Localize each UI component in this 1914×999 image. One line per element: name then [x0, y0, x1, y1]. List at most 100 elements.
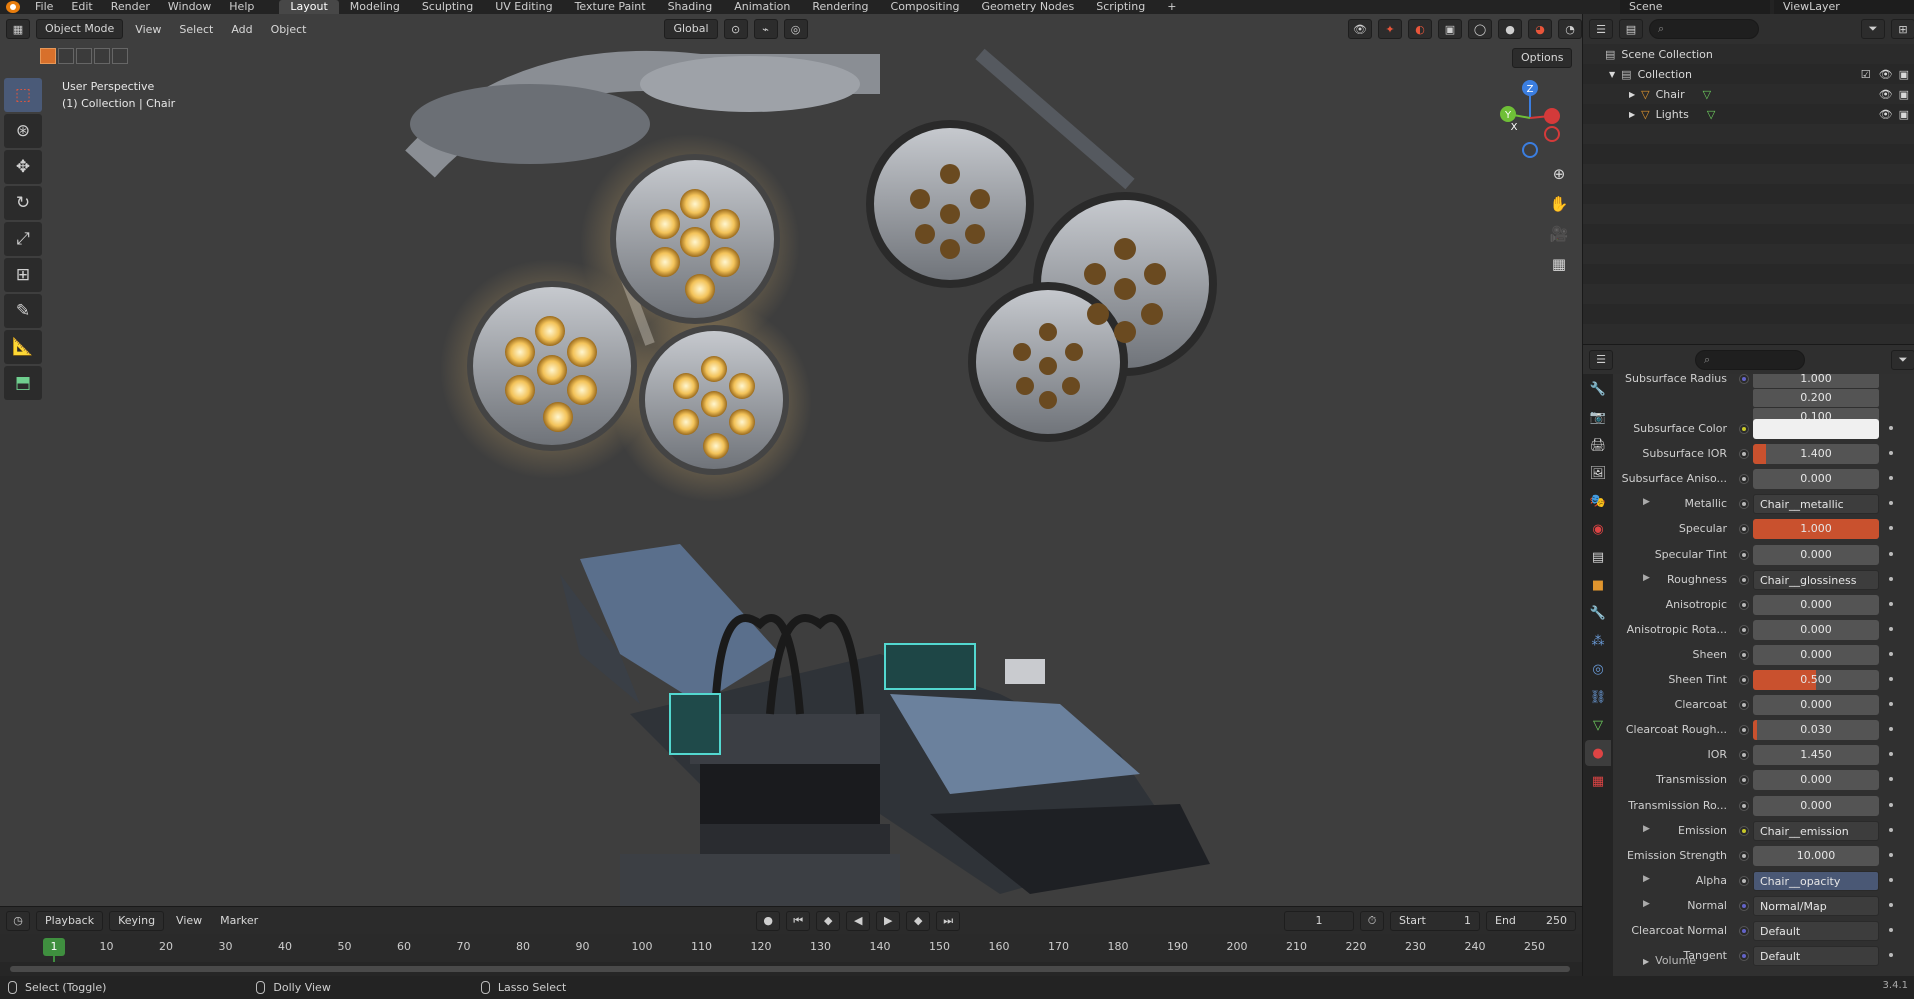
checkbox-icon[interactable]: ☑	[1861, 68, 1871, 81]
keyframe-dot-icon[interactable]	[1889, 802, 1893, 807]
value-slider[interactable]: 0.000	[1753, 619, 1879, 640]
value-slider[interactable]: 0.000	[1753, 770, 1879, 791]
keying-menu[interactable]: Keying	[109, 910, 165, 931]
navigation-gizmo[interactable]: Z Y X	[1490, 78, 1580, 158]
keyframe-dot-icon[interactable]	[1889, 953, 1893, 958]
view-layer-tab-icon[interactable]: 🖼	[1585, 460, 1611, 486]
record-icon[interactable]: ●	[756, 910, 781, 931]
add-workspace-button[interactable]: +	[1156, 0, 1187, 14]
value-slider[interactable]: 0.030	[1753, 720, 1879, 741]
keyframe-dot-icon[interactable]	[1889, 752, 1893, 757]
input-socket-icon[interactable]	[1739, 825, 1749, 836]
data-tab-icon[interactable]: ▽	[1585, 712, 1611, 738]
timeline-view-menu[interactable]: View	[170, 914, 208, 927]
prev-keyframe-icon[interactable]: ◆	[816, 910, 841, 931]
tab-compositing[interactable]: Compositing	[880, 0, 971, 14]
visibility-icon[interactable]: 👁	[1348, 19, 1372, 39]
keyframe-dot-icon[interactable]	[1889, 551, 1893, 556]
linked-node-field[interactable]: Chair__metallic	[1753, 494, 1879, 515]
timeline-ruler[interactable]: 1 10 20 30 40 50 60 70 80 90 100 110 120 130 140 150 16…	[0, 934, 1582, 964]
input-socket-icon[interactable]	[1739, 449, 1749, 460]
tool-tab-icon[interactable]: 🔧	[1585, 376, 1611, 402]
keyframe-dot-icon[interactable]	[1889, 702, 1893, 707]
select-intersect-icon[interactable]	[112, 48, 128, 64]
input-socket-icon[interactable]	[1739, 775, 1749, 786]
zoom-icon[interactable]: ⊕	[1545, 160, 1573, 188]
input-socket-icon[interactable]	[1739, 926, 1749, 936]
new-collection-icon[interactable]: ⊞	[1891, 19, 1914, 39]
shading-material-icon[interactable]: ◕	[1528, 19, 1552, 39]
expand-arrow-icon[interactable]: ▶	[1629, 90, 1635, 99]
input-socket-icon[interactable]	[1739, 750, 1749, 761]
keyframe-dot-icon[interactable]	[1889, 902, 1893, 907]
expand-arrow-icon[interactable]: ▶	[1629, 110, 1635, 119]
input-socket-icon[interactable]	[1739, 649, 1749, 660]
perspective-toggle-icon[interactable]: ▦	[1545, 250, 1573, 278]
render-tab-icon[interactable]: 📷	[1585, 404, 1611, 430]
value-slider[interactable]: 0.000	[1753, 544, 1879, 565]
input-socket-icon[interactable]	[1739, 875, 1749, 886]
material-tab-icon[interactable]: ●	[1585, 740, 1611, 766]
gizmo-x-axis[interactable]	[1544, 108, 1560, 124]
value-slider[interactable]: 0.000	[1753, 644, 1879, 665]
display-mode-icon[interactable]: ▤	[1619, 19, 1643, 39]
eye-icon[interactable]: 👁	[1879, 88, 1893, 101]
expand-arrow-icon[interactable]: ▶	[1643, 824, 1650, 834]
linked-node-field[interactable]: Normal/Map	[1753, 895, 1879, 916]
expand-arrow-icon[interactable]: ▶	[1643, 899, 1650, 909]
outliner-row-chair[interactable]: ▶ ▽ Chair ▽ 👁 ▣	[1583, 84, 1914, 104]
timeline-scrollbar[interactable]	[0, 962, 1582, 976]
linked-node-field[interactable]: Default	[1753, 921, 1879, 941]
value-slider[interactable]: 0.000	[1753, 469, 1879, 490]
value-slider[interactable]: 0.000	[1753, 695, 1879, 716]
value-slider[interactable]: 10.000	[1753, 845, 1879, 866]
menu-object[interactable]: Object	[265, 23, 313, 36]
texture-tab-icon[interactable]: ▦	[1585, 768, 1611, 794]
tab-geometry-nodes[interactable]: Geometry Nodes	[970, 0, 1085, 14]
play-icon[interactable]: ▶	[876, 910, 901, 931]
transform-icon[interactable]: ⊞	[4, 258, 42, 292]
add-cube-icon[interactable]: ⬒	[4, 366, 42, 400]
input-socket-icon[interactable]	[1739, 850, 1749, 861]
keyframe-dot-icon[interactable]	[1889, 626, 1893, 631]
input-socket-icon[interactable]	[1739, 574, 1749, 585]
select-new-icon[interactable]	[40, 48, 56, 64]
tab-animation[interactable]: Animation	[723, 0, 801, 14]
menu-add[interactable]: Add	[225, 23, 258, 36]
menu-render[interactable]: Render	[102, 0, 159, 14]
tab-scripting[interactable]: Scripting	[1085, 0, 1156, 14]
camera-icon[interactable]: ▣	[1899, 88, 1909, 101]
color-swatch[interactable]	[1753, 419, 1879, 439]
input-socket-icon[interactable]	[1739, 524, 1749, 535]
menu-edit[interactable]: Edit	[62, 0, 101, 14]
outliner-row-scene-collection[interactable]: ▤ Scene Collection	[1583, 44, 1914, 64]
marker-menu[interactable]: Marker	[214, 914, 264, 927]
value-slider[interactable]: 1.400	[1753, 444, 1879, 465]
outliner-row-collection[interactable]: ▼ ▤ Collection ☑ 👁 ▣	[1583, 64, 1914, 84]
shading-wireframe-icon[interactable]: ◯	[1468, 19, 1492, 39]
input-socket-icon[interactable]	[1739, 900, 1749, 911]
value-slider[interactable]: 1.450	[1753, 745, 1879, 766]
tab-uv-editing[interactable]: UV Editing	[484, 0, 563, 14]
cursor-icon[interactable]: ⊛	[4, 114, 42, 148]
select-box-icon[interactable]: ⬚	[4, 78, 42, 112]
rotate-icon[interactable]: ↻	[4, 186, 42, 220]
value-slider[interactable]: 0.000	[1753, 795, 1879, 816]
move-icon[interactable]: ✥	[4, 150, 42, 184]
menu-view[interactable]: View	[129, 23, 167, 36]
keyframe-dot-icon[interactable]	[1889, 576, 1893, 581]
value-slider[interactable]: 0.000	[1753, 594, 1879, 615]
outliner-row-lights[interactable]: ▶ ▽ Lights ▽ 👁 ▣	[1583, 104, 1914, 124]
pivot-icon[interactable]: ⊙	[723, 19, 748, 39]
snap-icon[interactable]: ⌁	[753, 19, 778, 39]
object-tab-icon[interactable]: ■	[1585, 572, 1611, 598]
input-socket-icon[interactable]	[1739, 951, 1749, 962]
keyframe-dot-icon[interactable]	[1889, 601, 1893, 606]
view-layer-selector[interactable]: ViewLayer	[1774, 0, 1914, 14]
input-socket-icon[interactable]	[1739, 675, 1749, 685]
subsurface-radius-socket[interactable]	[1739, 374, 1749, 384]
tab-sculpting[interactable]: Sculpting	[411, 0, 484, 14]
expand-arrow-icon[interactable]: ▶	[1643, 497, 1650, 507]
eye-icon[interactable]: 👁	[1879, 108, 1893, 121]
input-socket-icon[interactable]	[1739, 474, 1749, 485]
